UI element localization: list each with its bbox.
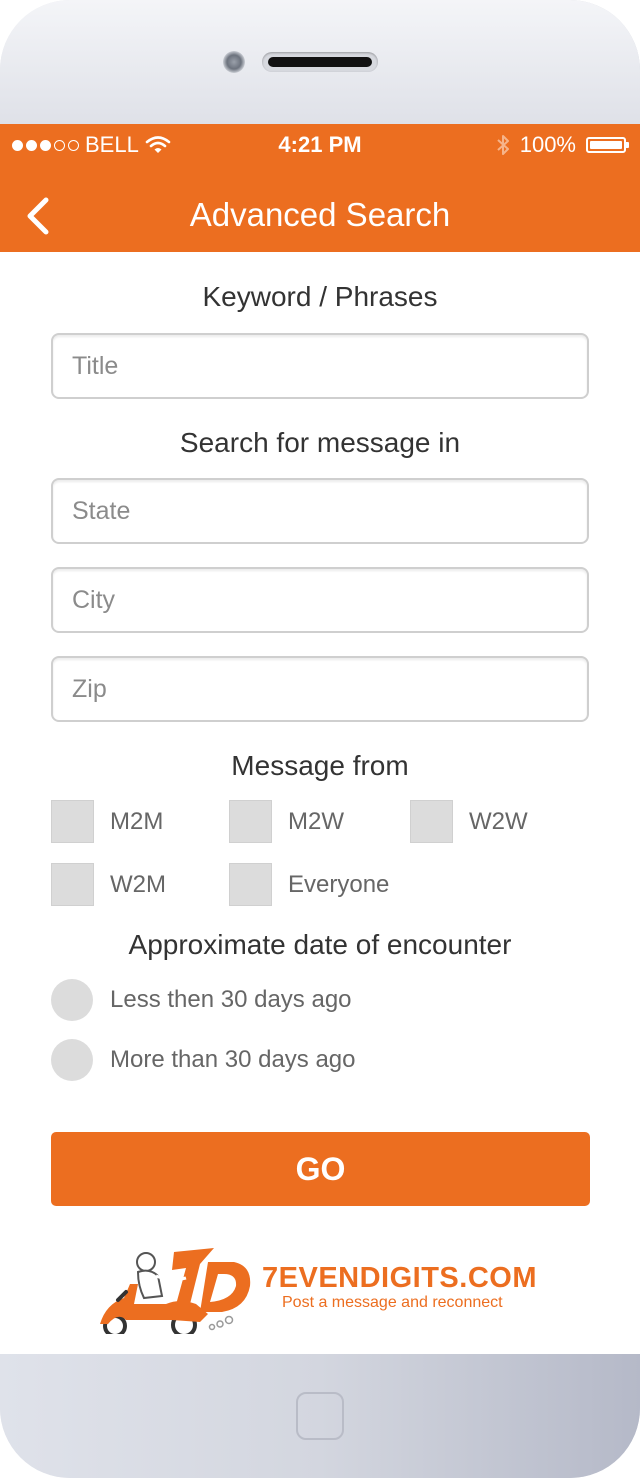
bluetooth-icon [497,135,509,155]
checkbox-box[interactable] [410,800,453,843]
home-button[interactable] [296,1392,344,1440]
checkbox-w2m[interactable]: W2M [51,863,166,906]
checkbox-box[interactable] [51,863,94,906]
front-camera [223,51,245,73]
checkbox-box[interactable] [229,863,272,906]
radio-label: Less then 30 days ago [110,986,352,1013]
phone-frame: BELL 4:21 PM 100% Advanced Search Keywor… [0,0,640,1478]
checkbox-m2m[interactable]: M2M [51,800,163,843]
title-input[interactable] [51,333,589,399]
zip-input[interactable] [51,656,589,722]
brand-tagline: Post a message and reconnect [282,1294,503,1311]
location-heading: Search for message in [179,427,461,458]
state-input[interactable] [51,478,589,544]
radio-circle[interactable] [51,979,93,1021]
message-from-heading: Message from [231,750,409,781]
checkbox-label: M2W [288,807,344,835]
status-right: 100% [496,132,629,158]
checkbox-label: M2M [110,807,164,835]
checkbox-w2w[interactable]: W2W [410,800,528,843]
checkbox-box[interactable] [229,800,272,843]
checkbox-m2w[interactable]: M2W [229,800,344,843]
date-heading: Approximate date of encounter [128,929,512,960]
radio-circle[interactable] [51,1039,93,1081]
checkbox-label: Everyone [288,870,390,898]
go-button[interactable]: GO [51,1132,590,1206]
keyword-heading: Keyword / Phrases [202,281,438,312]
battery-percent: 100% [519,132,576,157]
app-screen: BELL 4:21 PM 100% Advanced Search Keywor… [0,124,640,1354]
navigation-bar: Advanced Search [0,164,640,252]
phone-top-bezel [0,0,640,124]
battery-icon [586,137,629,153]
radio-label: More than 30 days ago [110,1046,356,1073]
city-input[interactable] [51,567,589,633]
status-bar: BELL 4:21 PM 100% [0,124,640,164]
battery-level [590,141,622,149]
checkbox-box[interactable] [51,800,94,843]
earpiece-grille [268,57,372,67]
radio-less-than-30-days[interactable]: Less then 30 days ago [51,979,352,1021]
brand-name: 7EVENDIGITS.COM [262,1262,537,1294]
checkbox-label: W2W [469,807,528,835]
checkbox-everyone[interactable]: Everyone [229,863,389,906]
radio-more-than-30-days[interactable]: More than 30 days ago [51,1039,356,1081]
page-title: Advanced Search [189,196,451,233]
checkbox-label: W2M [110,870,166,898]
